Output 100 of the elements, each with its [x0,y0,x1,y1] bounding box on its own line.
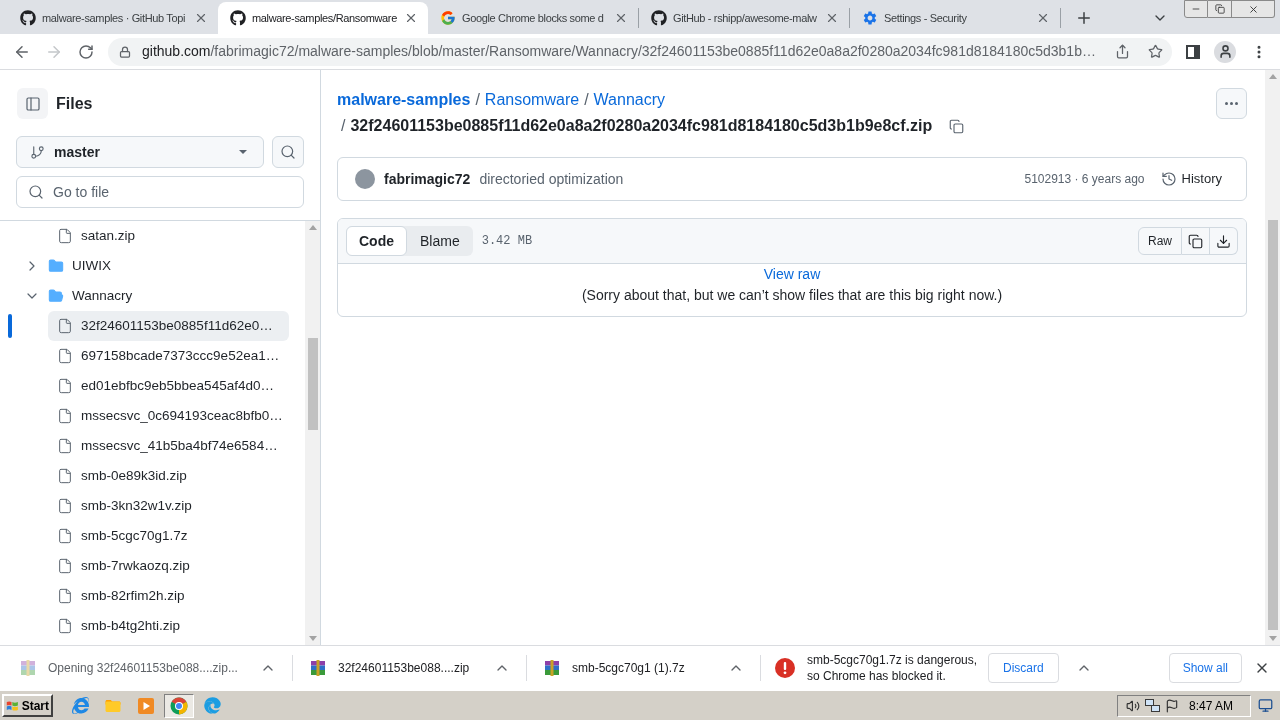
share-icon [1114,44,1130,59]
start-button[interactable]: Start [2,694,53,717]
scroll-down-arrow-icon[interactable] [308,636,317,641]
tree-item[interactable]: satan.zip [48,221,289,251]
restore-button[interactable] [1208,0,1232,18]
side-panel-icon [1186,44,1200,59]
tree-item[interactable]: mssecsvc_41b5ba4bf74e6584… [48,431,289,461]
flag-icon[interactable] [1165,698,1179,713]
url-text[interactable]: github.com/fabrimagic72/malware-samples/blob/master/Ransomware/Wannacry/32f24601153be0885f11d62e0a8a2f0280a2034fc981d8184180c5d3b1b… [142,41,1096,62]
tree-item[interactable]: 697158bcade7373ccc9e52ea1… [48,341,289,371]
path-separator: / [341,116,346,136]
browser-tab[interactable]: Google Chrome blocks some d [428,2,638,34]
file-icon [57,438,73,454]
sidebar-panel-icon [24,95,41,112]
warning-icon [775,658,795,678]
view-raw-link[interactable]: View raw [763,266,821,282]
download-button[interactable] [1210,227,1238,255]
close-icon[interactable] [614,11,628,25]
tree-item[interactable]: ed01ebfbc9eb5bbea545af4d0… [48,371,289,401]
clock: 8:47 AM [1189,697,1234,715]
flag-logo-icon [6,698,19,713]
cat-logo-icon [20,10,36,26]
search-button[interactable] [272,136,304,168]
breadcrumb-link[interactable]: Ransomware [484,88,580,112]
file-icon [57,228,73,244]
panel-title: Files [56,93,93,114]
download-filename[interactable]: 32f24601153be088....zip [338,659,470,677]
scrollbar[interactable] [1265,70,1280,645]
file-icon [57,348,73,364]
scroll-up-arrow-icon[interactable] [1268,74,1277,79]
view-tab[interactable]: Code [346,226,407,256]
file-size: 3.42 MB [481,233,533,250]
browser-tab[interactable]: GitHub - rshipp/awesome-malw [639,2,849,34]
taskbar-button[interactable] [164,693,194,718]
e-logo-icon [71,697,89,714]
file-name: 32f24601153be0885f11d62e0a8a2f0280a2034fc981d8184180c5d3b1b9e8cf.zip [350,116,933,136]
commit-author[interactable]: fabrimagic72 [384,168,471,190]
scrollbar-thumb[interactable] [307,338,318,430]
settings-icon [862,10,878,26]
tree-item[interactable]: smb-0e89k3id.zip [48,461,289,491]
tree-item[interactable]: Wannacry [24,281,289,311]
file-icon [57,408,73,424]
tree-item[interactable]: UIWIX [24,251,289,281]
close-icon[interactable] [825,11,839,25]
network-icon[interactable] [1145,698,1160,713]
breadcrumb-link[interactable]: malware-samples [337,88,471,112]
history-button[interactable]: History [1154,165,1228,193]
folder-icon [48,258,64,274]
minimize-button[interactable] [1184,0,1208,18]
close-window-button[interactable] [1232,0,1275,18]
tree-item[interactable]: mssecsvc_0c694193ceac8bfb0… [48,401,289,431]
commit-info[interactable]: 5102913 · 6 years ago [1024,170,1145,188]
g-logo-icon [440,10,456,26]
scrollbar[interactable] [305,221,320,645]
more-options-button[interactable] [1216,88,1247,119]
archive-icon [544,660,560,676]
search-icon [280,144,296,160]
close-icon[interactable] [404,11,418,25]
file-icon [57,528,73,544]
speaker-icon[interactable] [1126,698,1140,713]
show-all-button[interactable]: Show all [1168,653,1242,683]
discard-button[interactable]: Discard [988,653,1059,683]
scroll-down-arrow-icon[interactable] [1268,636,1277,641]
monitor-icon[interactable] [1258,698,1273,713]
tree-item[interactable]: smb-7rwkaozq.zip [48,551,289,581]
browser-tab[interactable]: malware-samples/Ransomware [218,2,428,34]
restore-icon [1214,4,1225,14]
copy-icon [1188,233,1203,249]
breadcrumb-separator: / [475,90,480,110]
cat-logo-icon [651,10,667,26]
address-bar[interactable]: github.com/fabrimagic72/malware-samples/blob/master/Ransomware/Wannacry/32f24601153be0885f11d62e0a8a2f0280a2034fc981d8184180c5d3b1b… [108,37,1172,66]
raw-button[interactable]: Raw [1138,227,1182,255]
close-icon[interactable] [194,11,208,25]
commit-message[interactable]: directoried optimization [479,168,624,190]
close-icon [1247,3,1259,15]
browser-tab[interactable]: malware-samples · GitHub Topi [8,2,218,34]
copy-icon [948,118,964,134]
panel-toggle-button[interactable] [17,88,48,119]
browser-tab[interactable]: Settings - Security [850,2,1060,34]
go-to-file-field[interactable]: Go to file [16,176,304,208]
download-filename[interactable]: Opening 32f24601153be088....zip... [48,659,238,677]
play-icon [138,697,154,714]
close-icon[interactable] [1036,11,1050,25]
tree-item[interactable]: smb-3kn32w1v.zip [48,491,289,521]
tree-item[interactable]: smb-b4tg2hti.zip [48,611,289,641]
scrollbar-thumb[interactable] [1267,220,1278,630]
download-filename[interactable]: smb-5cgc70g1 (1).7z [572,659,685,677]
download-icon [1216,233,1231,249]
view-tab[interactable]: Blame [407,226,473,256]
branch-selector[interactable]: master [16,136,264,168]
file-icon [57,498,73,514]
copy-raw-button[interactable] [1182,227,1210,255]
tree-item[interactable]: smb-5cgc70g1.7z [48,521,289,551]
wave-logo-icon [203,697,221,714]
scroll-up-arrow-icon[interactable] [308,225,317,230]
tree-item[interactable]: smb-82rfim2h.zip [48,581,289,611]
history-icon [1160,171,1177,187]
breadcrumb-link[interactable]: Wannacry [593,88,665,112]
branch-icon [30,144,45,160]
lock-icon [119,45,131,58]
